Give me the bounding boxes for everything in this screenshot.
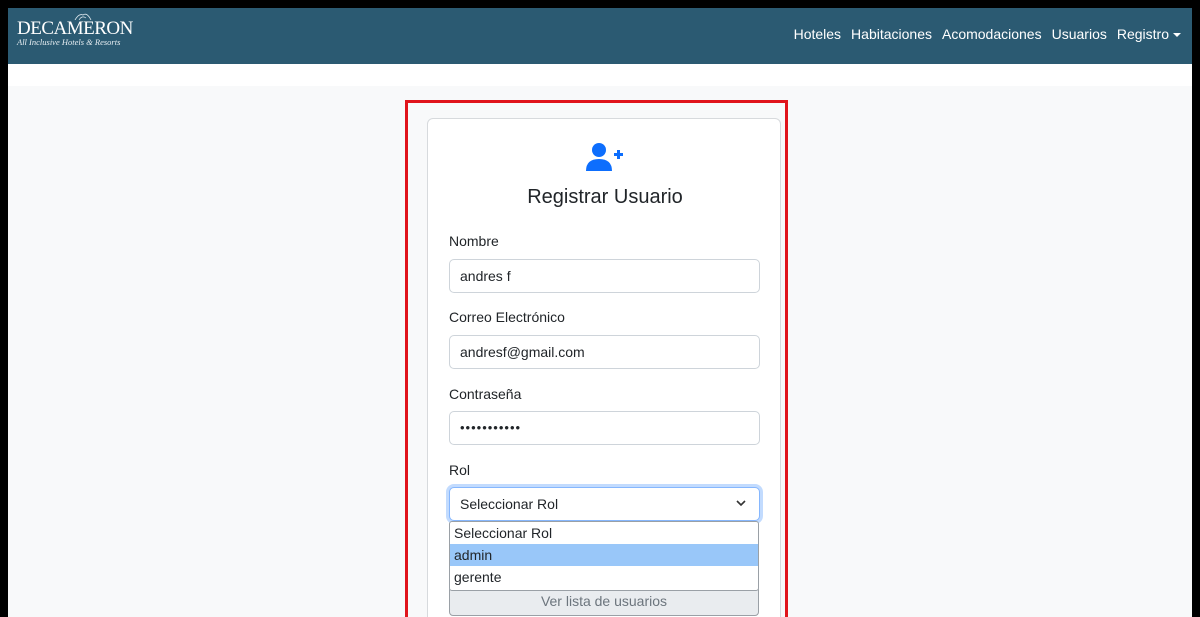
nav-item-hoteles[interactable]: Hoteles xyxy=(794,26,841,42)
correo-input[interactable]: andresf@gmail.com xyxy=(449,335,760,369)
correo-label: Correo Electrónico xyxy=(449,309,565,325)
chevron-down-icon xyxy=(736,500,746,507)
nav-item-acomodaciones[interactable]: Acomodaciones xyxy=(942,26,1042,42)
nav-item-registro-label: Registro xyxy=(1116,26,1169,42)
app-frame: DECAMERON All Inclusive Hotels & Resorts… xyxy=(8,8,1192,617)
rol-select-value: Seleccionar Rol xyxy=(460,496,559,512)
rol-select[interactable]: Seleccionar Rol xyxy=(449,487,760,521)
nombre-input[interactable]: andres f xyxy=(449,259,760,293)
rol-dropdown-list: Seleccionar Rol admin gerente xyxy=(449,521,759,591)
palm-icon xyxy=(74,13,92,20)
navbar: DECAMERON All Inclusive Hotels & Resorts… xyxy=(8,8,1192,64)
rol-option-admin[interactable]: admin xyxy=(450,544,758,566)
brand-tagline: All Inclusive Hotels & Resorts xyxy=(17,37,121,47)
header-band xyxy=(8,64,1192,86)
brand-logo[interactable]: DECAMERON All Inclusive Hotels & Resorts xyxy=(17,13,133,47)
nombre-label: Nombre xyxy=(449,233,499,249)
rol-option-gerente[interactable]: gerente xyxy=(450,566,758,588)
password-input[interactable]: ••••••••••• xyxy=(449,411,760,445)
password-label: Contraseña xyxy=(449,386,522,402)
nav-item-usuarios[interactable]: Usuarios xyxy=(1052,26,1107,42)
rol-label: Rol xyxy=(449,462,471,478)
nav-links: Hoteles Habitaciones Acomodaciones Usuar… xyxy=(794,26,1181,42)
page-title: Registrar Usuario xyxy=(527,186,683,208)
caret-down-icon xyxy=(1173,33,1181,38)
nav-item-registro[interactable]: Registro xyxy=(1117,26,1181,42)
brand-name: DECAMERON xyxy=(17,18,133,39)
user-plus-icon xyxy=(586,143,623,171)
nav-item-habitaciones[interactable]: Habitaciones xyxy=(851,26,932,42)
rol-option-seleccionar[interactable]: Seleccionar Rol xyxy=(450,522,758,544)
